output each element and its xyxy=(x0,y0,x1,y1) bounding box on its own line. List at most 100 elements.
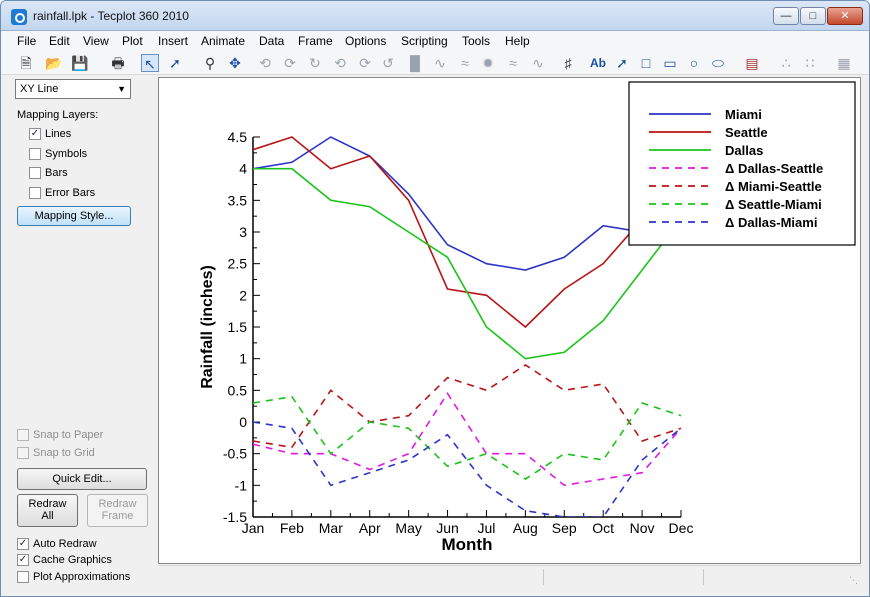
layer-symbols-toggle[interactable]: Symbols xyxy=(29,148,87,160)
x-tick-label: Apr xyxy=(359,520,381,536)
y-tick-label: 1 xyxy=(239,351,247,367)
x-tick-label: Mar xyxy=(319,520,343,536)
y-tick-label: -1 xyxy=(235,477,248,493)
minimize-button[interactable]: — xyxy=(773,7,799,25)
roller-ball-icon[interactable]: ↻ xyxy=(306,54,324,72)
y-tick-label: 1.5 xyxy=(228,319,248,335)
slice-icon[interactable]: ⟳ xyxy=(356,54,374,72)
layer-lines-checkbox[interactable]: ✓ xyxy=(29,128,41,140)
title-bar[interactable]: rainfall.lpk - Tecplot 360 2010 — □ ✕ xyxy=(1,1,869,31)
stream-icon[interactable]: █ xyxy=(406,54,424,72)
x-tick-label: May xyxy=(395,520,421,536)
menu-data[interactable]: Data xyxy=(259,34,284,48)
layer-bars-toggle[interactable]: Bars xyxy=(29,167,68,179)
x-tick-label: Nov xyxy=(630,520,655,536)
chart-axes: -1.5-1-0.500.511.522.533.544.5Jan Feb Mar A… xyxy=(199,129,693,554)
x-tick-label: Dec xyxy=(669,520,694,536)
layer-symbols-checkbox[interactable] xyxy=(29,148,41,160)
x-axis-title: Month xyxy=(442,535,493,554)
circle-tool-icon[interactable]: ○ xyxy=(685,54,703,72)
open-folder-icon[interactable]: 📂 xyxy=(45,54,63,72)
line-points-icon[interactable]: ∷ xyxy=(801,54,819,72)
maximize-button[interactable]: □ xyxy=(800,7,826,25)
status-bar: ⋱ xyxy=(158,565,861,587)
legend-label: Miami xyxy=(725,107,762,122)
selector-arrow-icon[interactable]: ↖ xyxy=(141,54,159,72)
cache-graphics-checkbox[interactable]: ✓ xyxy=(17,554,29,566)
redraw-frame-button[interactable]: Redraw Frame xyxy=(87,494,148,527)
twist-icon[interactable]: ⟲ xyxy=(331,54,349,72)
snap-to-grid-label: Snap to Grid xyxy=(33,447,95,459)
print-icon[interactable]: 🖶 xyxy=(109,54,127,72)
isosurface-icon[interactable]: ≈ xyxy=(504,54,522,72)
adjustor-icon[interactable]: ➚ xyxy=(166,54,184,72)
probe-query-icon[interactable]: ♯ xyxy=(559,54,577,72)
layer-error-bars-label: Error Bars xyxy=(45,187,96,199)
grid-icon[interactable]: ▦ xyxy=(835,54,853,72)
menu-help[interactable]: Help xyxy=(505,34,530,48)
chart-legend[interactable]: Miami Seattle Dallas Δ Dallas-Seattle Δ Miam… xyxy=(628,81,856,246)
menu-insert[interactable]: Insert xyxy=(158,34,188,48)
tecplot-app-icon[interactable] xyxy=(11,9,27,25)
snap-to-paper-toggle[interactable]: Snap to Paper xyxy=(17,429,103,441)
layer-error-bars-checkbox[interactable] xyxy=(29,187,41,199)
text-tool-icon[interactable]: Ab xyxy=(589,54,607,72)
layer-bars-checkbox[interactable] xyxy=(29,167,41,179)
cache-graphics-toggle[interactable]: ✓ Cache Graphics xyxy=(17,554,112,566)
y-tick-label: 3.5 xyxy=(228,192,248,208)
scatter-points-icon[interactable]: ∴ xyxy=(777,54,795,72)
menu-animate[interactable]: Animate xyxy=(201,34,245,48)
redraw-all-button[interactable]: Redraw All xyxy=(17,494,78,527)
menu-edit[interactable]: Edit xyxy=(49,34,70,48)
streamtrace-icon[interactable]: ∿ xyxy=(431,54,449,72)
y-axis-title: Rainfall (inches) xyxy=(199,265,216,389)
streamtrace-rake-icon[interactable]: ≈ xyxy=(456,54,474,72)
menu-file[interactable]: File xyxy=(17,34,36,48)
square-tool-icon[interactable]: □ xyxy=(637,54,655,72)
menu-plot[interactable]: Plot xyxy=(122,34,143,48)
spherical-rotate-icon[interactable]: ⟳ xyxy=(281,54,299,72)
save-icon[interactable]: 💾 xyxy=(71,54,89,72)
new-file-icon[interactable]: 🗎 xyxy=(17,54,35,72)
menu-options[interactable]: Options xyxy=(345,34,386,48)
snap-to-grid-toggle[interactable]: Snap to Grid xyxy=(17,447,95,459)
plot-type-select[interactable]: XY Line ▼ xyxy=(15,79,131,99)
close-button[interactable]: ✕ xyxy=(827,7,863,25)
polyline-icon[interactable]: ➚ xyxy=(613,54,631,72)
rainfall-line-chart[interactable]: -1.5-1-0.500.511.522.533.544.5Jan Feb Mar A… xyxy=(159,78,860,563)
series-line-4 xyxy=(253,364,682,449)
plot-workspace[interactable]: -1.5 -1 -0.5 0 0.5 1 1.5 2 2.5 3 3.5 4 4.5 Jan Feb Mar A… xyxy=(158,77,861,564)
layer-bars-label: Bars xyxy=(45,167,68,179)
probe-icon[interactable]: ✹ xyxy=(479,54,497,72)
layer-lines-toggle[interactable]: ✓ Lines xyxy=(29,128,71,140)
plot-approximations-checkbox[interactable] xyxy=(17,571,29,583)
snap-to-grid-checkbox[interactable] xyxy=(17,447,29,459)
resize-grip-icon[interactable]: ⋱ xyxy=(849,575,859,585)
legend-label: Seattle xyxy=(725,125,768,140)
auto-redraw-toggle[interactable]: ✓ Auto Redraw xyxy=(17,538,97,550)
plot-approximations-toggle[interactable]: Plot Approximations xyxy=(17,571,130,583)
status-divider xyxy=(543,569,544,585)
contour-add-icon[interactable]: ↺ xyxy=(379,54,397,72)
quick-edit-button[interactable]: Quick Edit... xyxy=(17,468,147,490)
menu-frame[interactable]: Frame xyxy=(298,34,333,48)
ellipse-tool-icon[interactable]: ⬭ xyxy=(709,54,727,72)
menu-view[interactable]: View xyxy=(83,34,109,48)
translate-icon[interactable]: ✥ xyxy=(226,54,244,72)
y-tick-label: 4 xyxy=(239,161,247,177)
legend-label: Δ Miami-Seattle xyxy=(725,179,822,194)
mapping-style-button[interactable]: Mapping Style... xyxy=(17,206,131,226)
rotate-icon[interactable]: ⟲ xyxy=(256,54,274,72)
redraw-frame-label-top: Redraw xyxy=(98,498,137,510)
auto-redraw-checkbox[interactable]: ✓ xyxy=(17,538,29,550)
auto-redraw-label: Auto Redraw xyxy=(33,538,97,550)
zoom-icon[interactable]: ⚲ xyxy=(201,54,219,72)
menu-tools[interactable]: Tools xyxy=(462,34,490,48)
slice-add-icon[interactable]: ∿ xyxy=(529,54,547,72)
sidebar: XY Line ▼ Mapping Layers: ✓ Lines Symbol… xyxy=(7,77,157,589)
frame-tool-icon[interactable]: ▤ xyxy=(743,54,761,72)
rectangle-tool-icon[interactable]: ▭ xyxy=(661,54,679,72)
layer-error-bars-toggle[interactable]: Error Bars xyxy=(29,187,95,199)
menu-scripting[interactable]: Scripting xyxy=(401,34,448,48)
snap-to-paper-checkbox[interactable] xyxy=(17,429,29,441)
